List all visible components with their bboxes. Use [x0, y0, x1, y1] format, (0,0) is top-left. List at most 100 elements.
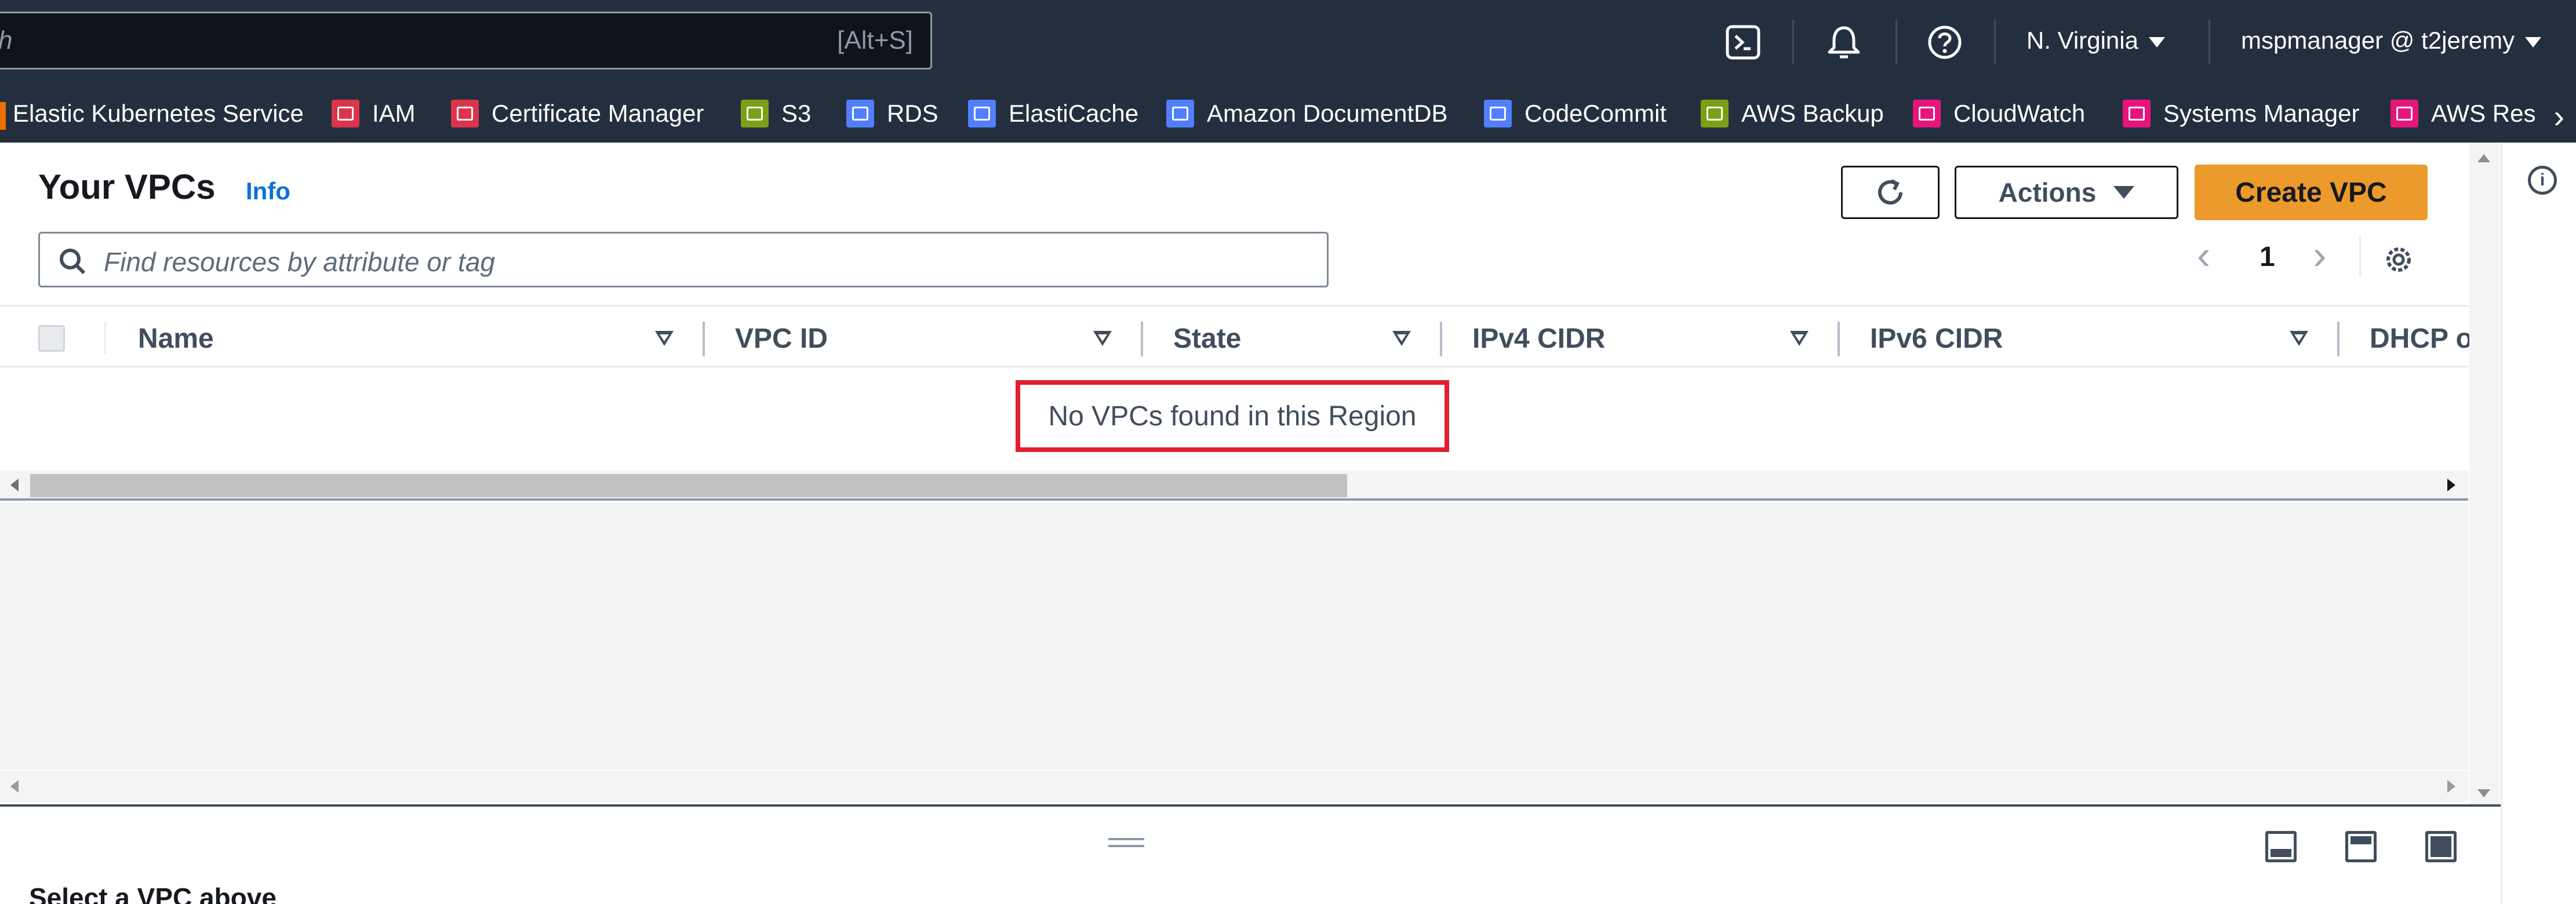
sort-filter-icon[interactable]: [1790, 331, 1809, 346]
cloudshell-icon[interactable]: [1723, 22, 1763, 63]
info-link[interactable]: Info: [246, 177, 290, 205]
help-icon[interactable]: [1924, 22, 1965, 63]
aws-backup-icon: [1701, 100, 1729, 127]
previous-page-button[interactable]: ‹: [2197, 232, 2210, 278]
resource-filter-input[interactable]: Find resources by attribute or tag: [38, 232, 1329, 287]
top-navigation-bar: h [Alt+S] N. Virginia mspmanager @ t2jer…: [0, 0, 2576, 85]
nav-divider: [1895, 20, 1897, 64]
sort-filter-icon[interactable]: [2290, 331, 2308, 346]
column-resizer[interactable]: [703, 322, 705, 356]
favorite-label: Certificate Manager: [492, 100, 704, 127]
favorite-eks[interactable]: Elastic Kubernetes Service: [13, 96, 304, 131]
column-header-dhcp-options[interactable]: DHCP o: [2370, 323, 2473, 355]
scrollbar-thumb[interactable]: [30, 474, 1347, 497]
scroll-up-arrow-icon[interactable]: [2477, 154, 2490, 162]
column-header-ipv6-cidr[interactable]: IPv6 CIDR: [1870, 323, 2003, 355]
region-label: N. Virginia: [2026, 27, 2138, 54]
column-resizer[interactable]: [1440, 322, 1442, 356]
favorites-bar: Elastic Kubernetes Service IAM Certifica…: [0, 85, 2576, 143]
certificate-manager-icon: [451, 100, 479, 127]
systems-manager-icon: [2123, 100, 2151, 127]
caret-down-icon: [2525, 37, 2542, 48]
chevron-right-icon[interactable]: ›: [2553, 97, 2564, 135]
actions-label: Actions: [1998, 177, 2097, 207]
refresh-button[interactable]: [1841, 166, 1940, 219]
nav-divider: [1994, 20, 1996, 64]
s3-bucket-icon: [741, 100, 769, 127]
column-header-name[interactable]: Name: [138, 323, 214, 355]
favorite-label: CodeCommit: [1525, 100, 1667, 127]
global-search-input[interactable]: h [Alt+S]: [0, 12, 932, 70]
table-header: Name VPC ID State IPv4 CIDR IPv6 CIDR DH…: [0, 305, 2473, 367]
column-resizer[interactable]: [2337, 322, 2339, 356]
favorite-label: S3: [781, 100, 812, 127]
sort-filter-icon[interactable]: [655, 331, 674, 346]
favorite-label: Amazon DocumentDB: [1207, 100, 1448, 127]
actions-button[interactable]: Actions: [1955, 166, 2178, 219]
search-icon: [60, 249, 86, 275]
column-header-vpc-id[interactable]: VPC ID: [735, 323, 828, 355]
caret-down-icon: [2148, 37, 2165, 48]
search-placeholder: h: [0, 26, 12, 55]
panel-maximize-icon[interactable]: [2425, 831, 2457, 862]
column-header-ipv4-cidr[interactable]: IPv4 CIDR: [1472, 323, 1605, 355]
filter-placeholder: Find resources by attribute or tag: [104, 247, 495, 277]
column-resizer[interactable]: [1838, 322, 1840, 356]
favorite-elasticache[interactable]: ElastiCache: [968, 96, 1138, 131]
gear-icon[interactable]: [2381, 242, 2416, 277]
favorite-aws-resource[interactable]: AWS Res: [2391, 96, 2535, 131]
scroll-left-arrow-icon[interactable]: [10, 780, 19, 793]
favorite-label: ElastiCache: [1009, 100, 1139, 127]
favorite-label: Systems Manager: [2163, 100, 2360, 127]
refresh-icon: [1878, 179, 1902, 205]
select-all-checkbox[interactable]: [38, 325, 65, 352]
region-selector[interactable]: N. Virginia: [2026, 27, 2165, 54]
current-page-number[interactable]: 1: [2260, 241, 2275, 273]
favorite-cloudwatch[interactable]: CloudWatch: [1913, 96, 2085, 131]
page-vertical-scrollbar[interactable]: [2469, 143, 2499, 809]
page-horizontal-scrollbar[interactable]: [0, 771, 2468, 802]
panel-position-bottom-icon[interactable]: [2265, 831, 2297, 862]
favorite-s3[interactable]: S3: [741, 96, 811, 131]
favorite-label: AWS Res: [2431, 100, 2536, 127]
scroll-down-arrow-icon[interactable]: [2477, 789, 2490, 797]
favorite-label: RDS: [887, 100, 938, 127]
sort-filter-icon[interactable]: [1093, 331, 1112, 346]
column-header-state[interactable]: State: [1173, 323, 1241, 355]
pagination-divider: [2359, 236, 2361, 277]
scroll-left-arrow-icon[interactable]: [10, 479, 19, 491]
favorite-icon-partial: [0, 102, 6, 130]
resize-handle-icon[interactable]: [1108, 838, 1144, 848]
table-empty-state: No VPCs found in this Region: [0, 367, 2468, 469]
scroll-right-arrow-icon[interactable]: [2447, 780, 2455, 793]
column-resizer[interactable]: [1141, 322, 1143, 356]
content-background: [0, 503, 2468, 770]
panel-position-side-icon[interactable]: [2345, 831, 2377, 862]
favorite-label: AWS Backup: [1741, 100, 1884, 127]
favorite-systems-manager[interactable]: Systems Manager: [2123, 96, 2359, 131]
nav-divider: [2208, 20, 2210, 64]
create-vpc-button[interactable]: Create VPC: [2195, 165, 2428, 220]
favorite-documentdb[interactable]: Amazon DocumentDB: [1166, 96, 1448, 131]
account-menu[interactable]: mspmanager @ t2jeremy: [2241, 27, 2542, 54]
favorite-iam[interactable]: IAM: [332, 96, 416, 131]
next-page-button[interactable]: ›: [2313, 232, 2326, 278]
sort-filter-icon[interactable]: [1392, 331, 1411, 346]
scroll-right-arrow-icon[interactable]: [2447, 479, 2455, 491]
favorite-label: CloudWatch: [1953, 100, 2086, 127]
split-panel: Select a VPC above: [0, 804, 2501, 904]
favorite-codecommit[interactable]: CodeCommit: [1484, 96, 1667, 131]
vpc-list-panel: Your VPCs Info Actions Create VPC Find r…: [0, 143, 2473, 502]
favorite-rds[interactable]: RDS: [846, 96, 938, 131]
page-title: Your VPCs: [38, 167, 216, 206]
notifications-bell-icon[interactable]: [1824, 22, 1864, 63]
account-label: mspmanager @ t2jeremy: [2241, 27, 2515, 54]
rds-database-icon: [846, 100, 874, 127]
column-divider: [104, 322, 106, 354]
favorite-certificate-manager[interactable]: Certificate Manager: [451, 96, 704, 131]
table-horizontal-scrollbar[interactable]: [0, 471, 2468, 501]
favorite-aws-backup[interactable]: AWS Backup: [1701, 96, 1884, 131]
favorite-label: IAM: [372, 100, 416, 127]
caret-down-icon: [2113, 186, 2135, 199]
info-panel-icon[interactable]: i: [2528, 166, 2557, 195]
